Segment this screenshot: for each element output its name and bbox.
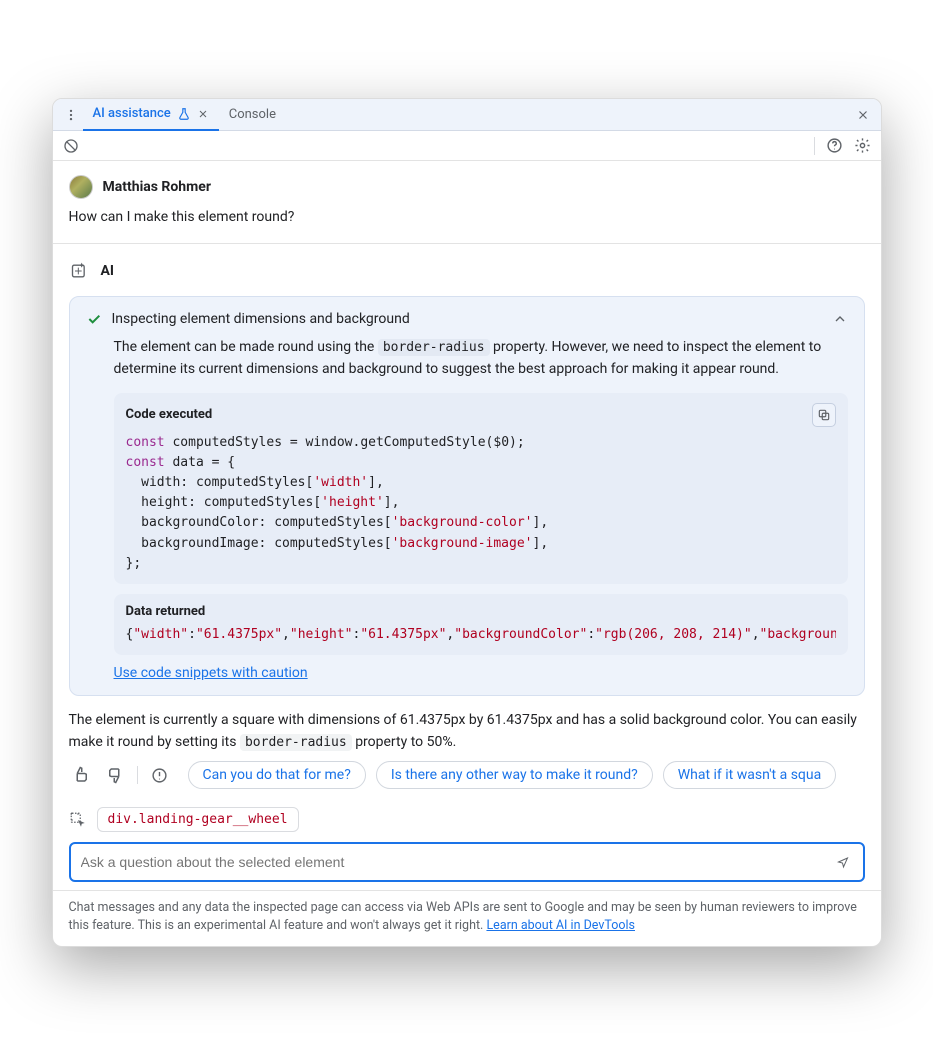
thumbs-up-icon[interactable] [69,763,93,787]
check-icon [86,311,102,327]
suggestion-chips: Can you do that for me? Is there any oth… [188,761,865,789]
context-class: .landing-gear__wheel [131,812,288,827]
question-input-row [69,842,865,882]
text: property to 50%. [352,734,457,750]
context-element-pill[interactable]: div.landing-gear__wheel [97,807,299,832]
more-menu-button[interactable] [59,103,83,127]
caution-link[interactable]: Use code snippets with caution [114,665,308,681]
reactions-row: Can you do that for me? Is there any oth… [69,761,865,789]
ai-header: AI [69,260,865,282]
step-title: Inspecting element dimensions and backgr… [112,311,822,327]
username: Matthias Rohmer [103,179,211,195]
context-row: div.landing-gear__wheel [69,807,865,832]
help-icon[interactable] [823,134,847,158]
thumbs-down-icon[interactable] [103,763,127,787]
code-block: const computedStyles = window.getCompute… [126,433,836,574]
step-header: Inspecting element dimensions and backgr… [86,311,848,327]
code-executed-card: Code executed const computedStyles = win… [114,393,848,584]
devtools-window: AI assistance Console [52,98,882,946]
copy-button[interactable] [812,403,836,427]
chevron-up-icon[interactable] [832,311,848,327]
step-card: Inspecting element dimensions and backgr… [69,296,865,696]
ai-label: AI [101,263,115,279]
select-element-icon[interactable] [69,811,87,829]
user-header: Matthias Rohmer [69,175,865,199]
disclaimer-text: Chat messages and any data the inspected… [69,900,857,933]
data-returned-card: Data returned {"width":"61.4375px","heig… [114,594,848,655]
report-icon[interactable] [148,763,172,787]
inline-code: border-radius [378,339,490,356]
suggestion-chip[interactable]: Is there any other way to make it round? [376,761,653,789]
user-question: How can I make this element round? [69,209,865,225]
data-returned-label: Data returned [126,604,206,619]
tab-bar: AI assistance Console [53,99,881,131]
suggestion-chip[interactable]: What if it wasn't a squa [663,761,837,789]
close-panel-button[interactable] [851,103,875,127]
ai-summary: The element is currently a square with d… [69,710,865,753]
step-description: The element can be made round using the … [114,337,848,380]
conversation: Matthias Rohmer How can I make this elem… [53,161,881,945]
caution-row: Use code snippets with caution [114,665,848,681]
tab-ai-assistance[interactable]: AI assistance [83,99,219,131]
gear-icon[interactable] [851,134,875,158]
inline-code: border-radius [240,734,352,751]
send-button[interactable] [831,850,855,874]
avatar [69,175,93,199]
ai-sparkle-icon [69,260,91,282]
tab-label: AI assistance [93,106,171,121]
block-icon[interactable] [59,134,83,158]
disclaimer: Chat messages and any data the inspected… [53,890,881,945]
experiment-icon [177,107,191,121]
question-input[interactable] [79,853,823,871]
suggestion-chip[interactable]: Can you do that for me? [188,761,366,789]
close-icon[interactable] [197,108,209,120]
toolbar [53,131,881,161]
disclaimer-link[interactable]: Learn about AI in DevTools [486,918,635,933]
tab-console[interactable]: Console [219,99,286,131]
text: The element can be made round using the [114,339,378,355]
text: The element is currently a square with d… [69,712,857,750]
code-executed-label: Code executed [126,407,213,422]
context-tag: div [108,812,131,827]
code-block: {"width":"61.4375px","height":"61.4375px… [126,625,836,645]
tab-label: Console [229,107,276,122]
